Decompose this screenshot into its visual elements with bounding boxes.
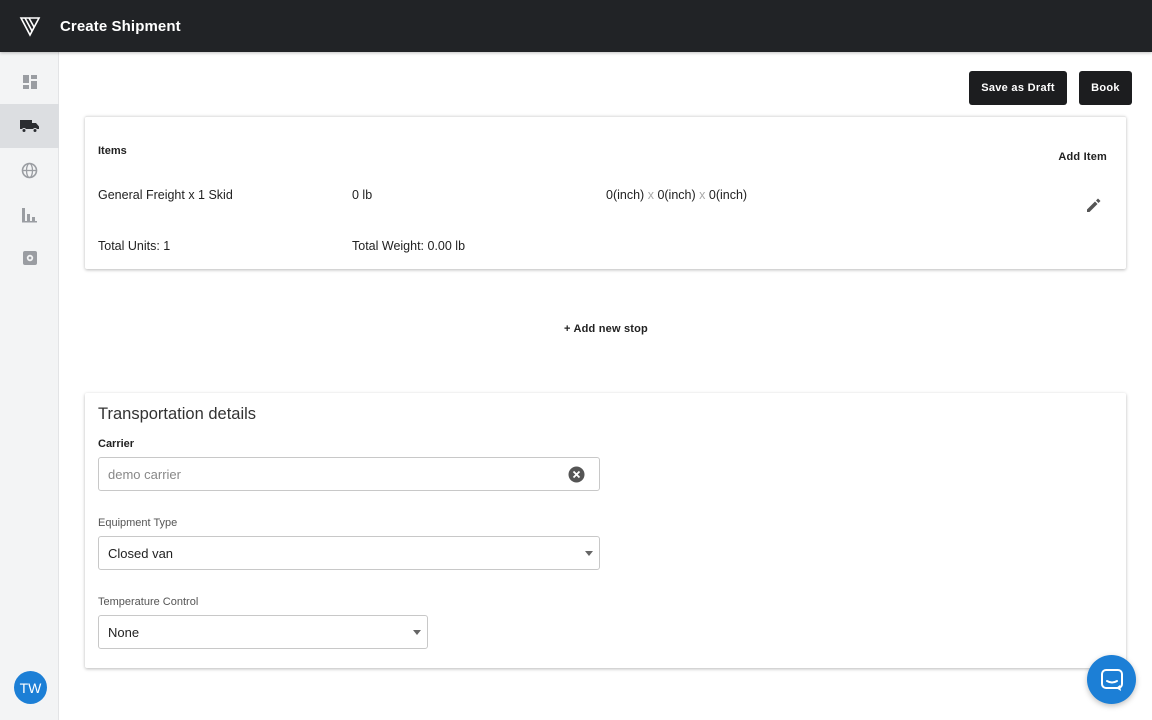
item-weight: 0 lb	[352, 188, 373, 202]
dashboard-icon	[22, 75, 37, 89]
section-title: Transportation details	[98, 405, 257, 423]
truck-icon	[19, 120, 39, 133]
temperature-control-label: Temperature Control	[98, 596, 199, 608]
item-width: 0(inch)	[657, 188, 696, 202]
dimension-separator: x	[647, 188, 654, 202]
carrier-label: Carrier	[98, 438, 135, 450]
add-item-button[interactable]: Add Item	[1058, 151, 1107, 163]
sidebar-item-dashboard[interactable]	[0, 60, 59, 104]
chevron-down-icon	[413, 630, 421, 635]
chat-button[interactable]	[1087, 655, 1136, 704]
temperature-control-value: None	[108, 624, 140, 640]
total-units: Total Units: 1	[98, 239, 171, 253]
chevron-down-icon	[585, 551, 593, 556]
sidebar-item-analytics[interactable]	[0, 192, 59, 236]
total-weight: Total Weight: 0.00 lb	[352, 239, 466, 253]
chat-icon	[1100, 668, 1123, 691]
dimension-separator: x	[699, 188, 706, 202]
globe-icon	[21, 162, 38, 178]
items-card: Items Add Item General Freight x 1 Skid …	[85, 116, 1126, 269]
sidebar-item-settings[interactable]	[0, 236, 59, 280]
page-title: Create Shipment	[60, 17, 181, 35]
save-as-draft-button[interactable]: Save as Draft	[969, 71, 1067, 105]
brand-logo-icon[interactable]	[0, 0, 60, 52]
carrier-input[interactable]: demo carrier	[98, 457, 600, 491]
sidebar: TW	[0, 52, 59, 720]
clear-icon[interactable]	[568, 466, 585, 486]
edit-icon[interactable]	[1085, 197, 1102, 219]
equipment-type-select[interactable]: Closed van	[98, 536, 600, 570]
bar-chart-icon	[22, 207, 37, 222]
top-bar: Create Shipment	[0, 0, 1152, 52]
item-height: 0(inch)	[708, 188, 748, 202]
settings-icon	[22, 251, 37, 265]
book-button[interactable]: Book	[1079, 71, 1132, 105]
carrier-placeholder: demo carrier	[108, 466, 181, 482]
equipment-type-label: Equipment Type	[98, 517, 178, 529]
add-new-stop-button[interactable]: + Add new stop	[60, 323, 1152, 335]
temperature-control-select[interactable]: None	[98, 615, 428, 649]
main-content: Save as Draft Book Items Add Item Genera…	[60, 52, 1152, 720]
equipment-type-value: Closed van	[108, 545, 174, 561]
items-heading: Items	[98, 145, 127, 157]
sidebar-item-shipments[interactable]	[0, 104, 59, 148]
transportation-details-card: Transportation details Carrier demo carr…	[85, 393, 1126, 668]
avatar[interactable]: TW	[14, 671, 47, 704]
item-description: General Freight x 1 Skid	[98, 188, 233, 202]
item-length: 0(inch)	[606, 188, 645, 202]
sidebar-item-network[interactable]	[0, 148, 59, 192]
item-dimensions: 0(inch) x 0(inch) x 0(inch)	[606, 188, 747, 202]
